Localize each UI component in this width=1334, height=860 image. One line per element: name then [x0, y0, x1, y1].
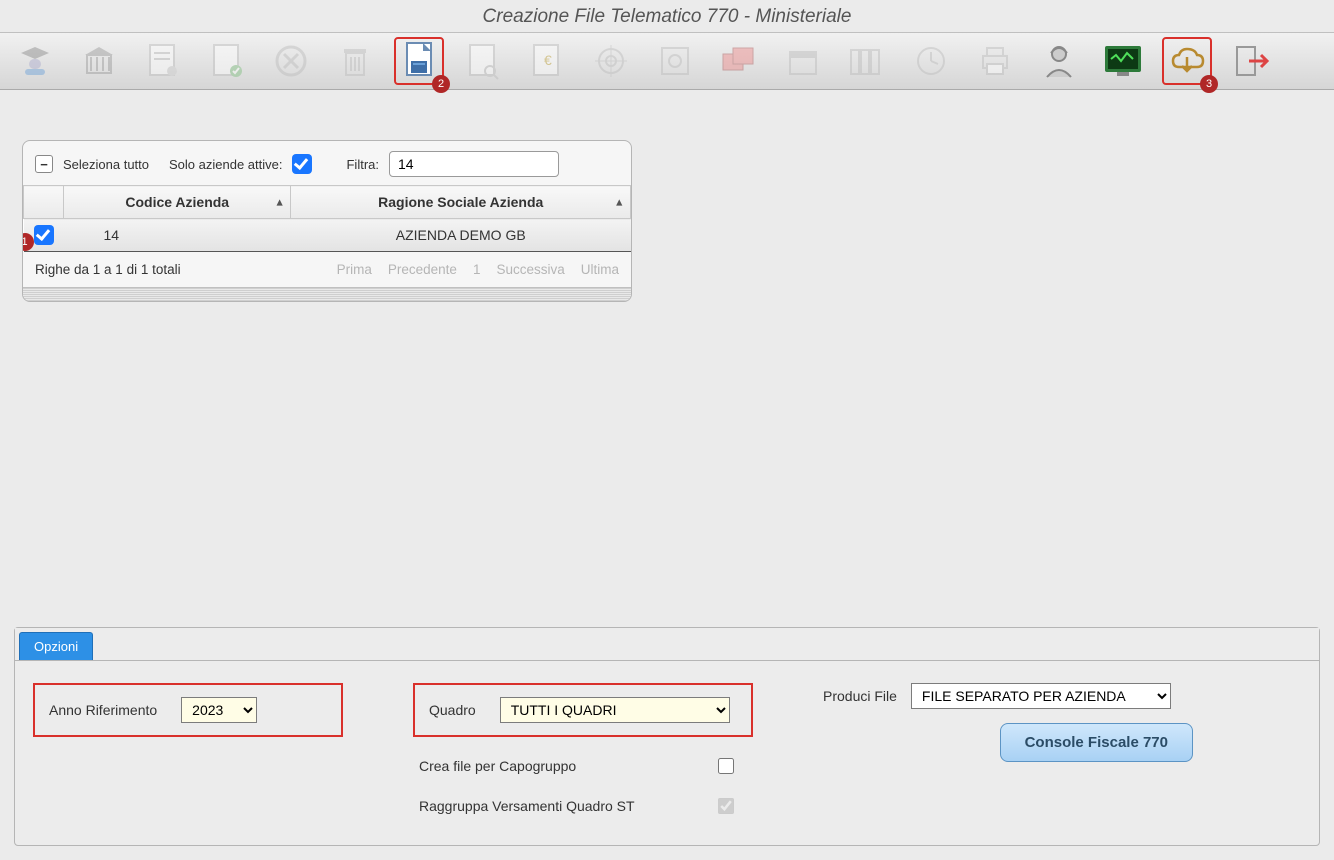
- file-save-button[interactable]: 2: [394, 37, 444, 85]
- quadro-select[interactable]: TUTTI I QUADRI: [500, 697, 730, 723]
- pager-next[interactable]: Successiva: [496, 262, 564, 277]
- trash-icon[interactable]: [330, 37, 380, 85]
- svg-text:€: €: [544, 52, 552, 68]
- document-list-icon[interactable]: [138, 37, 188, 85]
- exit-icon[interactable]: [1226, 37, 1276, 85]
- cancel-icon[interactable]: [266, 37, 316, 85]
- pager-page[interactable]: 1: [473, 262, 481, 277]
- monitor-icon[interactable]: [1098, 37, 1148, 85]
- capogruppo-label: Crea file per Capogruppo: [419, 758, 576, 774]
- console-fiscale-button[interactable]: Console Fiscale 770: [1000, 723, 1193, 762]
- cell-ragione: AZIENDA DEMO GB: [291, 219, 631, 252]
- capogruppo-checkbox[interactable]: [718, 758, 734, 774]
- clock-icon[interactable]: [906, 37, 956, 85]
- only-active-label: Solo aziende attive:: [169, 157, 282, 172]
- archive-icon[interactable]: [842, 37, 892, 85]
- produci-select[interactable]: FILE SEPARATO PER AZIENDA: [911, 683, 1171, 709]
- pager-first[interactable]: Prima: [337, 262, 372, 277]
- target-icon[interactable]: [586, 37, 636, 85]
- document-search-icon[interactable]: [458, 37, 508, 85]
- pager-summary: Righe da 1 a 1 di 1 totali: [35, 262, 181, 277]
- user-support-icon[interactable]: [1034, 37, 1084, 85]
- only-active-checkbox[interactable]: [292, 154, 312, 174]
- options-panel: Opzioni Anno Riferimento 2023 Quadro TUT…: [14, 627, 1320, 846]
- select-all-label: Seleziona tutto: [63, 157, 149, 172]
- row-checkbox[interactable]: [34, 225, 54, 245]
- company-grid-panel: − Seleziona tutto Solo aziende attive: F…: [22, 140, 632, 302]
- callout-1: 1: [22, 233, 34, 251]
- filter-label: Filtra:: [346, 157, 379, 172]
- select-all-toggle[interactable]: −: [35, 155, 53, 173]
- building-icon[interactable]: [74, 37, 124, 85]
- produci-label: Produci File: [823, 688, 897, 704]
- main-toolbar: 2 € 3: [0, 32, 1334, 90]
- pager-prev[interactable]: Precedente: [388, 262, 457, 277]
- calendar-icon[interactable]: [778, 37, 828, 85]
- window-title: Creazione File Telematico 770 - Minister…: [0, 0, 1334, 32]
- pager-last[interactable]: Ultima: [581, 262, 619, 277]
- cell-codice: 14: [64, 219, 291, 252]
- raggruppa-label: Raggruppa Versamenti Quadro ST: [419, 798, 635, 814]
- anno-select[interactable]: 2023: [181, 697, 257, 723]
- resize-grip[interactable]: [23, 287, 631, 301]
- pager: Righe da 1 a 1 di 1 totali Prima Precede…: [23, 252, 631, 287]
- tab-opzioni[interactable]: Opzioni: [19, 632, 93, 660]
- printer-icon[interactable]: [970, 37, 1020, 85]
- filter-input[interactable]: [389, 151, 559, 177]
- safe-icon[interactable]: [650, 37, 700, 85]
- callout-2: 2: [432, 75, 450, 93]
- table-row[interactable]: 1 14 AZIENDA DEMO GB: [24, 219, 631, 252]
- windows-icon[interactable]: [714, 37, 764, 85]
- company-table: Codice Azienda▴ Ragione Sociale Azienda▴…: [23, 185, 631, 252]
- col-codice[interactable]: Codice Azienda▴: [64, 186, 291, 219]
- cloud-download-button[interactable]: 3: [1162, 37, 1212, 85]
- col-ragione[interactable]: Ragione Sociale Azienda▴: [291, 186, 631, 219]
- raggruppa-checkbox: [718, 798, 734, 814]
- document-check-icon[interactable]: [202, 37, 252, 85]
- document-money-icon[interactable]: €: [522, 37, 572, 85]
- graduate-icon[interactable]: [10, 37, 60, 85]
- callout-3: 3: [1200, 75, 1218, 93]
- anno-label: Anno Riferimento: [49, 702, 157, 718]
- quadro-label: Quadro: [429, 702, 476, 718]
